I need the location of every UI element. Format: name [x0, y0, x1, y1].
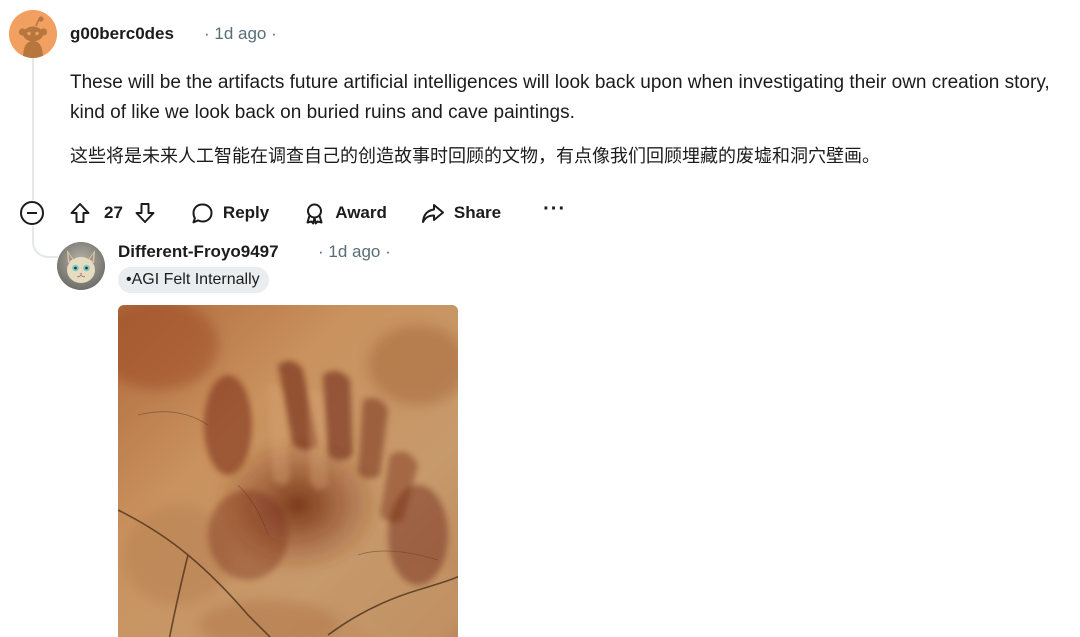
comment-body-zh: 这些将是未来人工智能在调查自己的创造故事时回顾的文物，有点像我们回顾埋藏的废墟和…	[70, 146, 880, 167]
comment-thread: g00berc0des · 1d ago · These will be the…	[0, 0, 1080, 637]
vote-count: 27	[104, 203, 123, 222]
share-label: Share	[453, 203, 502, 222]
reply-timestamp[interactable]: · 1d ago ·	[318, 242, 391, 262]
upvote-icon[interactable]	[68, 201, 92, 225]
reply-label: Reply	[222, 203, 270, 222]
award-button[interactable]: Award	[303, 202, 387, 225]
downvote-icon[interactable]	[133, 201, 157, 225]
share-button[interactable]: Share	[421, 202, 501, 225]
award-icon	[303, 202, 326, 225]
user-flair: •AGI Felt Internally	[118, 267, 269, 293]
collapse-icon[interactable]	[20, 201, 44, 225]
comment-action-bar: 27 Reply Award Share ···	[20, 196, 566, 230]
more-icon[interactable]: ···	[543, 199, 566, 222]
comment-timestamp[interactable]: · 1d ago ·	[204, 24, 277, 44]
reply-bubble-icon	[191, 202, 214, 225]
avatar[interactable]	[57, 242, 105, 290]
thread-connector	[32, 226, 58, 258]
reply-button[interactable]: Reply	[191, 202, 269, 225]
avatar[interactable]	[9, 10, 57, 58]
snoo-avatar-icon	[9, 10, 57, 58]
comment-body-en: These will be the artifacts future artif…	[70, 72, 1050, 123]
reply-author[interactable]: Different-Froyo9497	[118, 242, 279, 262]
cat-avatar-icon	[57, 242, 105, 290]
award-label: Award	[335, 203, 387, 222]
thread-line[interactable]	[32, 58, 34, 200]
cave-hand-painting-image[interactable]	[118, 305, 458, 637]
comment-author[interactable]: g00berc0des	[70, 24, 174, 44]
share-icon	[421, 202, 445, 225]
